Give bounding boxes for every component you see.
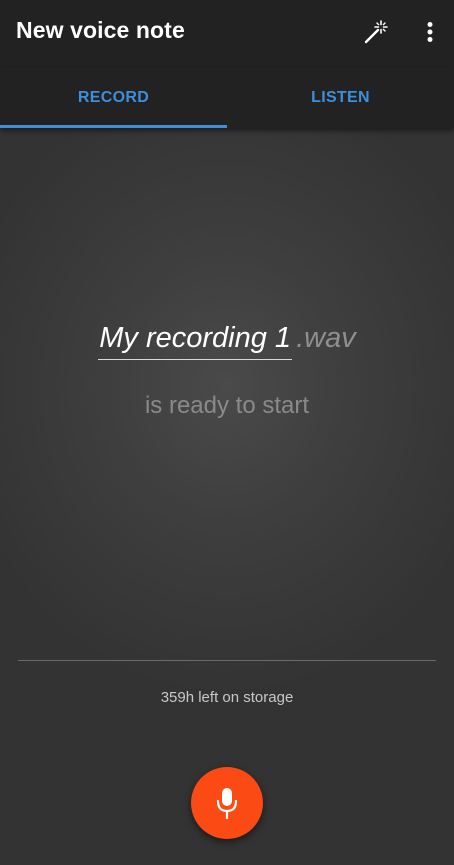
storage-remaining: 359h left on storage	[160, 689, 294, 706]
app-bar: New voice note	[0, 0, 454, 68]
tab-record[interactable]: RECORD	[0, 68, 227, 128]
filename-input[interactable]: My recording 1	[98, 322, 293, 360]
magic-wand-button[interactable]	[358, 14, 394, 50]
microphone-icon	[216, 788, 238, 820]
file-extension: .wav	[296, 322, 356, 354]
magic-wand-icon	[364, 20, 388, 44]
record-panel: My recording 1 .wav is ready to start 359…	[0, 128, 454, 865]
recording-status: is ready to start	[144, 392, 310, 419]
filename-row: My recording 1 .wav	[0, 322, 454, 360]
tab-selected-indicator	[0, 125, 227, 128]
divider	[18, 660, 436, 661]
more-options-button[interactable]	[412, 14, 448, 50]
app-title: New voice note	[16, 17, 185, 43]
tab-listen[interactable]: LISTEN	[227, 68, 454, 128]
tab-bar: RECORD LISTEN	[0, 68, 454, 128]
record-button[interactable]	[191, 767, 263, 839]
more-vert-icon	[427, 22, 433, 42]
